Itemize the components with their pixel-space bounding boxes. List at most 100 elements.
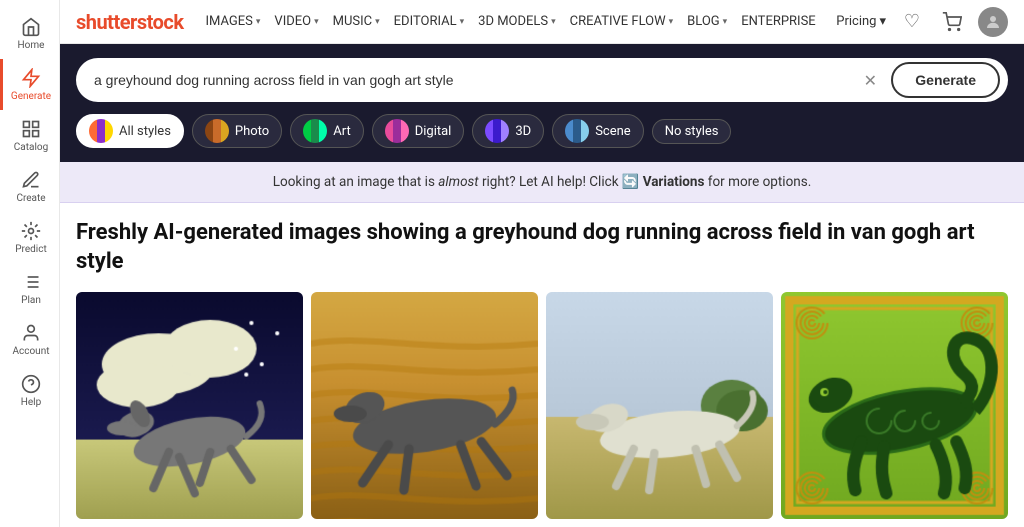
sidebar-icon-generate (20, 67, 42, 89)
cart-button[interactable] (938, 8, 966, 36)
pricing-label: Pricing (836, 14, 876, 29)
style-thumb-4 (485, 119, 509, 143)
sidebar-item-create[interactable]: Create (0, 161, 59, 212)
sidebar: Home Generate Catalog Create Predict Plan Acco… (0, 0, 60, 527)
sidebar-icon-account (20, 322, 42, 344)
sidebar-item-catalog[interactable]: Catalog (0, 110, 59, 161)
nav-link-enterprise[interactable]: ENTERPRISE (735, 10, 822, 33)
style-pill-label-1: Photo (235, 124, 269, 139)
variations-link[interactable]: Variations (643, 174, 705, 190)
nav-chevron-icon: ▾ (723, 17, 728, 27)
top-nav: shutterstock IMAGES▾VIDEO▾MUSIC▾EDITORIA… (60, 0, 1024, 44)
style-thumb-1 (205, 119, 229, 143)
info-banner: Looking at an image that is almost right… (60, 162, 1024, 203)
style-thumb-3 (385, 119, 409, 143)
nav-link-label: IMAGES (206, 14, 253, 29)
style-pill-label-0: All styles (119, 124, 171, 139)
nav-link-3d-models[interactable]: 3D MODELS▾ (472, 10, 562, 33)
nav-right: Pricing ▾ ♡ (836, 7, 1008, 37)
sidebar-label-account: Account (12, 346, 49, 357)
nav-link-label: ENTERPRISE (741, 14, 816, 29)
nav-link-label: MUSIC (333, 14, 373, 29)
sidebar-icon-predict (20, 220, 42, 242)
nav-chevron-icon: ▾ (314, 17, 319, 27)
sidebar-item-predict[interactable]: Predict (0, 212, 59, 263)
nav-chevron-icon: ▾ (256, 17, 261, 27)
image-card-2[interactable] (311, 292, 538, 519)
pricing-chevron-icon: ▾ (879, 14, 886, 29)
user-icon (984, 13, 1002, 31)
search-bar-container: ✕ Generate (76, 58, 1008, 102)
sidebar-icon-home (20, 16, 42, 38)
sidebar-icon-plan (20, 271, 42, 293)
nav-link-label: 3D MODELS (478, 14, 548, 29)
image-card-3[interactable] (546, 292, 773, 519)
sidebar-item-help[interactable]: Help (0, 365, 59, 416)
generate-button[interactable]: Generate (891, 62, 1000, 98)
style-thumb-5 (565, 119, 589, 143)
style-pill-3d[interactable]: 3D (472, 114, 544, 148)
main-content: shutterstock IMAGES▾VIDEO▾MUSIC▾EDITORIA… (60, 0, 1024, 527)
nav-link-images[interactable]: IMAGES▾ (200, 10, 267, 33)
search-area: ✕ Generate All styles Photo Art Digital … (60, 44, 1024, 162)
sidebar-label-help: Help (21, 397, 41, 408)
logo-text: shutterstock (76, 10, 184, 34)
sidebar-label-create: Create (16, 193, 45, 204)
sidebar-icon-help (20, 373, 42, 395)
nav-link-music[interactable]: MUSIC▾ (327, 10, 386, 33)
style-pills: All styles Photo Art Digital 3D Scene No … (76, 114, 1008, 148)
style-pill-photo[interactable]: Photo (192, 114, 282, 148)
search-input[interactable] (94, 72, 857, 88)
nav-chevron-icon: ▾ (669, 17, 674, 27)
sidebar-icon-create (20, 169, 42, 191)
info-text-italic: almost (438, 174, 478, 190)
logo[interactable]: shutterstock (76, 10, 184, 34)
sidebar-icon-catalog (20, 118, 42, 140)
style-pill-art[interactable]: Art (290, 114, 363, 148)
sidebar-item-home[interactable]: Home (0, 8, 59, 59)
nav-link-blog[interactable]: BLOG▾ (681, 10, 733, 33)
style-pill-digital[interactable]: Digital (372, 114, 465, 148)
cart-icon (942, 12, 962, 32)
nav-link-creative-flow[interactable]: CREATIVE FLOW▾ (564, 10, 680, 33)
style-thumb-0 (89, 119, 113, 143)
info-text-end: for more options. (704, 174, 811, 190)
nav-link-editorial[interactable]: EDITORIAL▾ (388, 10, 470, 33)
image-card-4[interactable] (781, 292, 1008, 519)
nav-link-video[interactable]: VIDEO▾ (268, 10, 324, 33)
clear-icon: ✕ (864, 71, 877, 90)
pricing-button[interactable]: Pricing ▾ (836, 14, 886, 29)
nav-chevron-icon: ▾ (460, 17, 465, 27)
sidebar-label-generate: Generate (11, 91, 51, 102)
results-area: Freshly AI-generated images showing a gr… (60, 203, 1024, 527)
image-card-1[interactable] (76, 292, 303, 519)
nav-link-label: BLOG (687, 14, 720, 29)
style-pill-label-4: 3D (515, 124, 531, 139)
info-text-before: Looking at an image that is (273, 174, 439, 190)
style-pill-label-5: Scene (595, 124, 631, 139)
sidebar-item-generate[interactable]: Generate (0, 59, 59, 110)
style-pill-scene[interactable]: Scene (552, 114, 644, 148)
heart-icon: ♡ (904, 11, 920, 32)
sync-icon: 🔄 (622, 174, 639, 190)
style-pill-label-3: Digital (415, 124, 452, 139)
nav-link-label: VIDEO (274, 14, 311, 29)
info-text-after: right? Let AI help! Click (479, 174, 622, 190)
sidebar-label-predict: Predict (15, 244, 46, 255)
favorites-button[interactable]: ♡ (898, 8, 926, 36)
style-pill-label-6: No styles (665, 124, 719, 139)
sidebar-label-home: Home (18, 40, 45, 51)
nav-link-label: CREATIVE FLOW (570, 14, 666, 29)
sidebar-label-catalog: Catalog (14, 142, 48, 153)
nav-chevron-icon: ▾ (375, 17, 380, 27)
nav-chevron-icon: ▾ (551, 17, 556, 27)
search-clear-button[interactable]: ✕ (857, 67, 883, 93)
style-pill-no-styles[interactable]: No styles (652, 119, 732, 144)
style-thumb-2 (303, 119, 327, 143)
sidebar-item-plan[interactable]: Plan (0, 263, 59, 314)
nav-link-label: EDITORIAL (394, 14, 457, 29)
sidebar-item-account[interactable]: Account (0, 314, 59, 365)
user-avatar[interactable] (978, 7, 1008, 37)
style-pill-all-styles[interactable]: All styles (76, 114, 184, 148)
nav-links: IMAGES▾VIDEO▾MUSIC▾EDITORIAL▾3D MODELS▾C… (200, 10, 837, 33)
